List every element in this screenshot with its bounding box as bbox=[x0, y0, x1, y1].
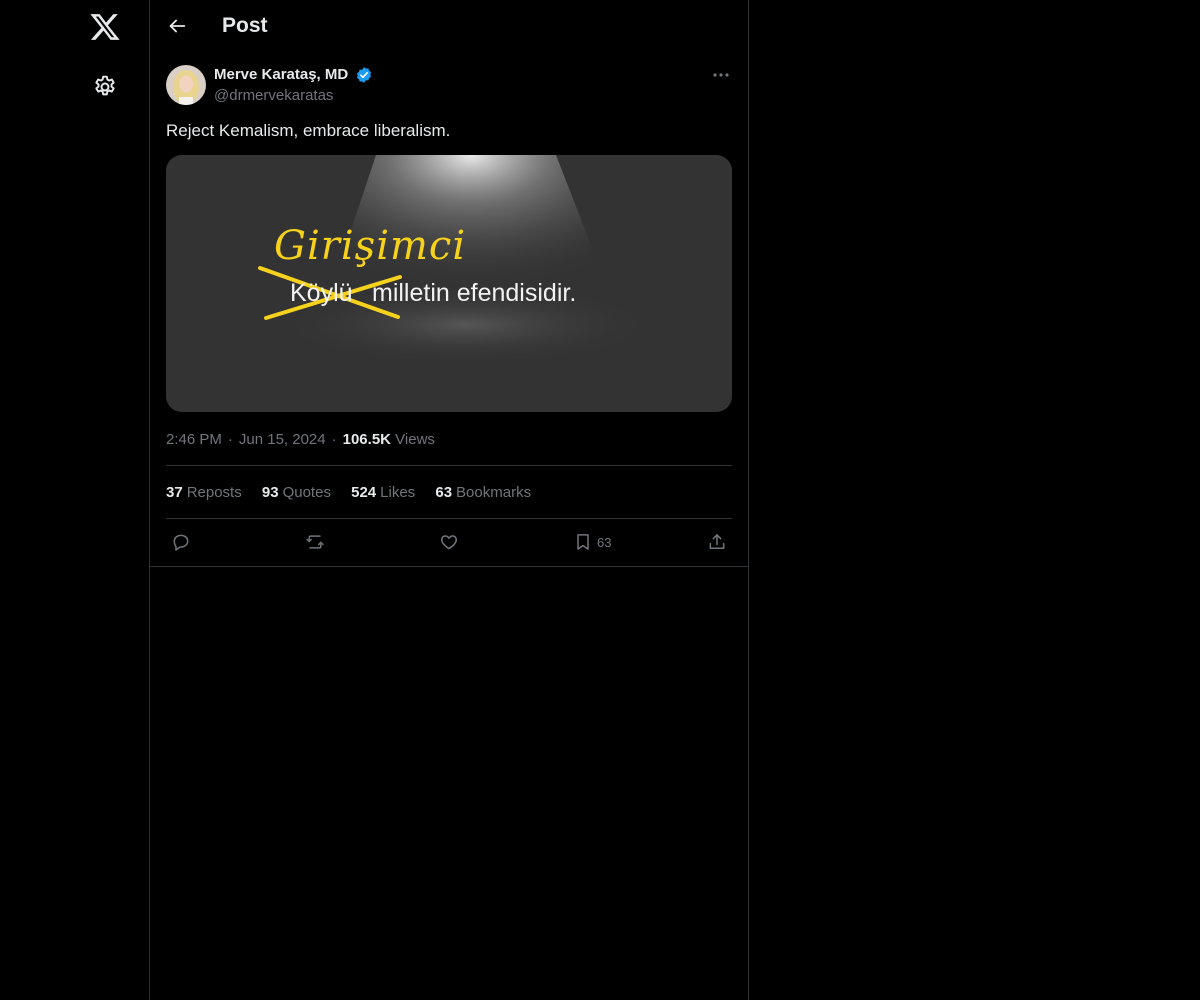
share-button[interactable] bbox=[707, 530, 727, 554]
views-count: 106.5K bbox=[342, 431, 391, 448]
bookmark-icon bbox=[577, 534, 589, 550]
post-time[interactable]: 2:46 PM bbox=[166, 431, 222, 448]
gear-icon[interactable] bbox=[92, 74, 118, 100]
repost-icon bbox=[306, 535, 324, 549]
bookmark-count: 63 bbox=[597, 534, 612, 550]
post-image[interactable]: Köylü milletin efendisidir. Girişimci bbox=[166, 155, 732, 412]
post-stats: 37 Reposts 93 Quotes 524 Likes 63 Bookmarks bbox=[166, 484, 547, 501]
divider bbox=[150, 566, 748, 567]
divider bbox=[166, 465, 732, 466]
bookmarks-stat[interactable]: 63 Bookmarks bbox=[435, 484, 531, 501]
heart-icon bbox=[440, 535, 458, 550]
divider bbox=[166, 518, 732, 519]
reposts-stat[interactable]: 37 Reposts bbox=[166, 484, 242, 501]
bookmark-button[interactable]: 63 bbox=[573, 530, 611, 554]
post-text: Reject Kemalism, embrace liberalism. bbox=[166, 121, 451, 140]
handwritten-word: Girişimci bbox=[274, 223, 467, 269]
author-name[interactable]: Merve Karataş, MD bbox=[214, 66, 348, 83]
more-horizontal-icon[interactable] bbox=[710, 66, 732, 84]
post-header: Post bbox=[150, 0, 748, 54]
post-meta: 2:46 PM · Jun 15, 2024 · 106.5K Views bbox=[166, 431, 435, 448]
views-label: Views bbox=[395, 431, 435, 448]
avatar[interactable] bbox=[166, 65, 206, 105]
x-logo-icon[interactable] bbox=[89, 11, 121, 43]
post-column: Post Merve Karataş, MD @drmervekaratas R… bbox=[149, 0, 749, 1000]
image-caption: milletin efendisidir. bbox=[372, 279, 577, 307]
reply-icon bbox=[173, 534, 189, 551]
like-button[interactable] bbox=[439, 530, 459, 554]
author-handle[interactable]: @drmervekaratas bbox=[214, 87, 333, 104]
action-bar: 63 bbox=[150, 530, 748, 554]
repost-button[interactable] bbox=[305, 530, 325, 554]
arrow-left-icon[interactable] bbox=[166, 15, 188, 37]
likes-stat[interactable]: 524 Likes bbox=[351, 484, 415, 501]
quotes-stat[interactable]: 93 Quotes bbox=[262, 484, 331, 501]
reply-button[interactable] bbox=[171, 530, 191, 554]
struck-word: Köylü bbox=[290, 279, 353, 307]
page-title: Post bbox=[222, 14, 268, 37]
verified-badge-icon bbox=[355, 66, 373, 84]
post-date[interactable]: Jun 15, 2024 bbox=[239, 431, 326, 448]
left-nav bbox=[0, 0, 150, 1000]
share-icon bbox=[709, 534, 725, 549]
